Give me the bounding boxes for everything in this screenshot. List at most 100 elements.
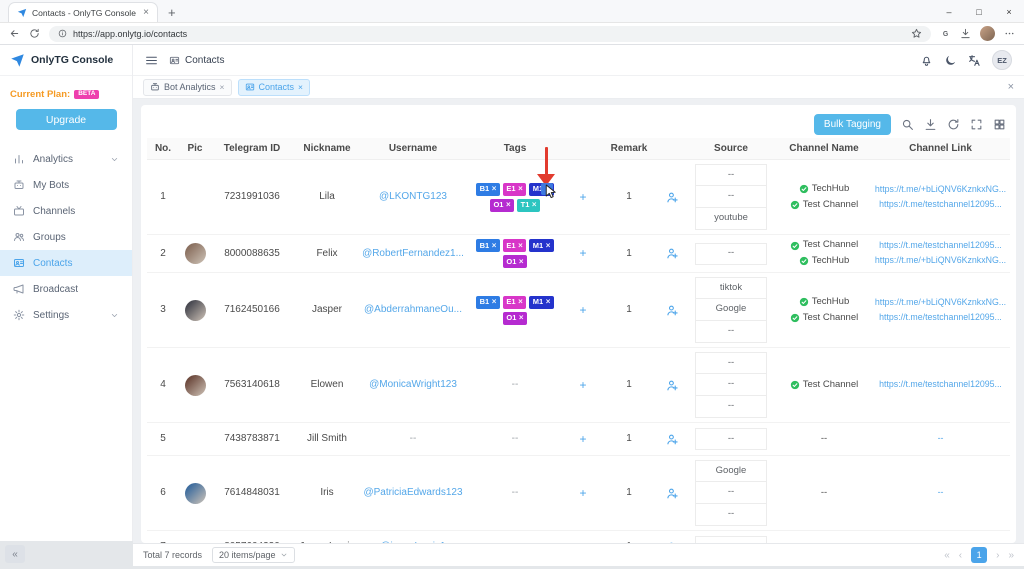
page-number[interactable]: 1 xyxy=(971,547,987,563)
breadcrumb[interactable]: Contacts xyxy=(169,55,224,66)
refresh-icon[interactable] xyxy=(947,118,960,131)
source-value[interactable]: -- xyxy=(695,396,767,418)
channel-link[interactable]: https://t.me/testchannel12095... xyxy=(879,379,1002,391)
channel-link[interactable]: https://t.me/+bLiQNV6KznkxNG... xyxy=(875,297,1006,309)
channel-link[interactable]: https://t.me/+bLiQNV6KznkxNG... xyxy=(875,184,1006,196)
sidebar-item-analytics[interactable]: Analytics xyxy=(0,146,132,172)
tag-B1[interactable]: B1× xyxy=(476,296,500,309)
tag-B1[interactable]: B1× xyxy=(476,183,500,196)
tag-remove-icon[interactable]: × xyxy=(518,185,523,193)
sidebar-item-broadcast[interactable]: Broadcast xyxy=(0,276,132,302)
user-avatar[interactable]: EZ xyxy=(992,50,1012,70)
channel-link[interactable]: https://t.me/testchannel12095... xyxy=(879,312,1002,324)
language-icon[interactable] xyxy=(968,54,981,67)
tag-remove-icon[interactable]: × xyxy=(519,258,524,266)
browser-menu-icon[interactable] xyxy=(1004,28,1015,39)
dark-mode-icon[interactable] xyxy=(944,54,957,67)
source-value[interactable]: Google xyxy=(695,460,767,482)
source-value[interactable]: -- xyxy=(695,321,767,343)
tag-remove-icon[interactable]: × xyxy=(506,201,511,209)
tag-remove-icon[interactable]: × xyxy=(546,298,551,306)
sidebar-item-groups[interactable]: Groups xyxy=(0,224,132,250)
downloads-icon[interactable] xyxy=(960,28,971,39)
person-add-icon[interactable] xyxy=(666,433,679,446)
username[interactable]: @LKONTG123 xyxy=(361,188,465,206)
source-value[interactable]: -- xyxy=(695,243,767,265)
fullscreen-icon[interactable] xyxy=(970,118,983,131)
tag-remove-icon[interactable]: × xyxy=(546,185,551,193)
hamburger-menu-icon[interactable] xyxy=(145,54,158,67)
source-value[interactable]: -- xyxy=(695,504,767,526)
tab-close-icon[interactable]: × xyxy=(143,8,149,18)
add-tag-button[interactable]: + xyxy=(565,483,601,503)
next-page-button[interactable]: › xyxy=(996,550,999,561)
person-add-icon[interactable] xyxy=(666,304,679,317)
add-tag-button[interactable]: + xyxy=(565,429,601,449)
sidebar-item-contacts[interactable]: Contacts xyxy=(0,250,132,276)
tag-remove-icon[interactable]: × xyxy=(519,314,524,322)
google-account-icon[interactable]: G xyxy=(940,28,951,39)
tag-E1[interactable]: E1× xyxy=(503,183,526,196)
add-tag-button[interactable]: + xyxy=(565,187,601,207)
new-tab-button[interactable]: + xyxy=(168,6,176,19)
source-value[interactable]: -- xyxy=(695,536,767,543)
source-value[interactable]: -- xyxy=(695,374,767,396)
minimize-button[interactable]: – xyxy=(934,0,964,23)
tab-close-icon[interactable]: × xyxy=(220,83,225,92)
tag-M1[interactable]: M1× xyxy=(529,239,554,252)
add-tag-button[interactable]: + xyxy=(565,300,601,320)
person-add-icon[interactable] xyxy=(666,247,679,260)
tag-M1[interactable]: M1× xyxy=(529,296,554,309)
browser-tab[interactable]: Contacts - OnlyTG Console × xyxy=(8,2,158,22)
tag-remove-icon[interactable]: × xyxy=(492,185,497,193)
person-add-icon[interactable] xyxy=(666,379,679,392)
tag-remove-icon[interactable]: × xyxy=(546,242,551,250)
maximize-button[interactable]: □ xyxy=(964,0,994,23)
address-input[interactable]: https://app.onlytg.io/contacts xyxy=(49,26,931,42)
tab-contacts[interactable]: Contacts× xyxy=(238,79,311,96)
source-value[interactable]: -- xyxy=(695,482,767,504)
tag-O1[interactable]: O1× xyxy=(490,199,514,212)
tag-remove-icon[interactable]: × xyxy=(492,298,497,306)
close-all-tabs-icon[interactable]: × xyxy=(1008,82,1014,93)
source-value[interactable]: -- xyxy=(695,164,767,186)
person-add-icon[interactable] xyxy=(666,191,679,204)
source-value[interactable]: -- xyxy=(695,428,767,450)
sidebar-collapse-button[interactable]: « xyxy=(5,545,25,563)
bulk-tagging-button[interactable]: Bulk Tagging xyxy=(814,114,891,135)
page-size-select[interactable]: 20 items/page xyxy=(212,547,295,563)
tag-T1[interactable]: T1× xyxy=(517,199,540,212)
channel-link[interactable]: https://t.me/testchannel12095... xyxy=(879,240,1002,252)
tag-O1[interactable]: O1× xyxy=(503,255,527,268)
sidebar-item-settings[interactable]: Settings xyxy=(0,302,132,328)
username[interactable]: @AbderrahmaneOu... xyxy=(361,301,465,319)
export-icon[interactable] xyxy=(924,118,937,131)
tag-remove-icon[interactable]: × xyxy=(532,201,537,209)
source-value[interactable]: Google xyxy=(695,299,767,321)
browser-refresh-icon[interactable] xyxy=(29,28,40,39)
prev-page-button[interactable]: ‹ xyxy=(959,550,962,561)
username[interactable]: @MonicaWright123 xyxy=(361,376,465,394)
upgrade-button[interactable]: Upgrade xyxy=(16,109,117,130)
tag-M1[interactable]: M1× xyxy=(529,183,554,196)
source-value[interactable]: -- xyxy=(695,352,767,374)
bookmark-icon[interactable] xyxy=(911,28,922,39)
last-page-button[interactable]: » xyxy=(1008,550,1014,561)
columns-icon[interactable] xyxy=(993,118,1006,131)
add-tag-button[interactable]: + xyxy=(565,375,601,395)
tag-remove-icon[interactable]: × xyxy=(518,242,523,250)
back-icon[interactable] xyxy=(9,28,20,39)
sidebar-item-channels[interactable]: Channels xyxy=(0,198,132,224)
source-value[interactable]: tiktok xyxy=(695,277,767,299)
source-value[interactable]: -- xyxy=(695,186,767,208)
channel-link[interactable]: https://t.me/+bLiQNV6KznkxNG... xyxy=(875,255,1006,267)
sidebar-item-my-bots[interactable]: My Bots xyxy=(0,172,132,198)
tag-O1[interactable]: O1× xyxy=(503,312,527,325)
notifications-icon[interactable] xyxy=(920,54,933,67)
first-page-button[interactable]: « xyxy=(944,550,950,561)
person-add-icon[interactable] xyxy=(666,487,679,500)
site-info-icon[interactable] xyxy=(58,29,67,38)
channel-link[interactable]: https://t.me/testchannel12095... xyxy=(879,199,1002,211)
username[interactable]: @PatriciaEdwards123 xyxy=(361,484,465,502)
tag-remove-icon[interactable]: × xyxy=(492,242,497,250)
